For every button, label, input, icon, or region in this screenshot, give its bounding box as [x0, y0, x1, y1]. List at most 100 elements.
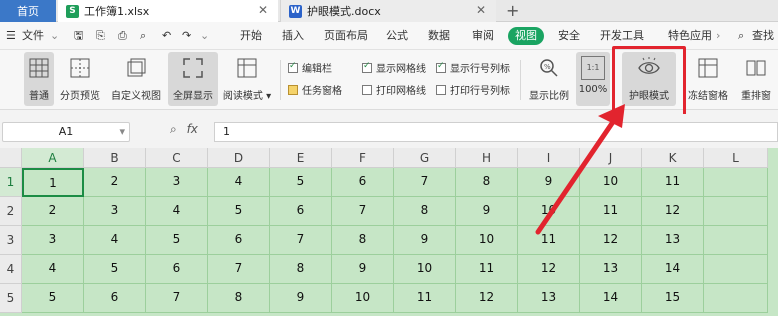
column-header-f[interactable]: F: [332, 148, 394, 168]
redo-icon[interactable]: ↷: [182, 22, 191, 50]
cell-j5[interactable]: 14: [580, 284, 642, 313]
cell-e4[interactable]: 8: [270, 255, 332, 284]
cell-k4[interactable]: 14: [642, 255, 704, 284]
fx-icon[interactable]: fx: [187, 122, 198, 136]
cell-k1[interactable]: 11: [642, 168, 704, 197]
freeze-panes-button[interactable]: 冻结窗格: [686, 52, 730, 106]
checkbox-checked[interactable]: [362, 61, 372, 73]
cell-i5[interactable]: 13: [518, 284, 580, 313]
menu-data[interactable]: 数据: [428, 22, 450, 50]
custom-view-button[interactable]: 自定义视图: [108, 52, 164, 106]
full-screen-button[interactable]: 全屏显示: [168, 52, 218, 106]
cell-k2[interactable]: 12: [642, 197, 704, 226]
cell-c4[interactable]: 6: [146, 255, 208, 284]
column-header-k[interactable]: K: [642, 148, 704, 168]
cell-b2[interactable]: 3: [84, 197, 146, 226]
cell-j2[interactable]: 11: [580, 197, 642, 226]
show-gridlines-checkbox[interactable]: 显示网格线: [362, 60, 426, 75]
cell-a5[interactable]: 5: [22, 284, 84, 313]
hamburger-icon[interactable]: ☰: [6, 22, 16, 50]
column-header-e[interactable]: E: [270, 148, 332, 168]
close-icon[interactable]: ✕: [476, 3, 486, 17]
cell-l3[interactable]: [704, 226, 768, 255]
export-icon[interactable]: ⎘: [96, 22, 105, 50]
zoom-100-button[interactable]: 1:1 100%: [576, 52, 610, 106]
cell-l1[interactable]: [704, 168, 768, 197]
new-tab-button[interactable]: +: [506, 0, 519, 22]
menu-security[interactable]: 安全: [558, 22, 580, 50]
cell-f1[interactable]: 6: [332, 168, 394, 197]
chevron-right-icon[interactable]: ›: [716, 22, 720, 50]
home-tab[interactable]: 首页: [0, 0, 56, 22]
cell-h1[interactable]: 8: [456, 168, 518, 197]
rearrange-windows-button[interactable]: 重排窗: [734, 52, 778, 106]
cell-c2[interactable]: 4: [146, 197, 208, 226]
menu-search[interactable]: 查找: [752, 22, 774, 50]
formula-input[interactable]: 1: [214, 122, 778, 142]
cell-g3[interactable]: 9: [394, 226, 456, 255]
cell-f2[interactable]: 7: [332, 197, 394, 226]
cell-g5[interactable]: 11: [394, 284, 456, 313]
chevron-down-icon[interactable]: ▾: [119, 123, 125, 141]
undo-icon[interactable]: ↶: [162, 22, 171, 50]
cell-i3[interactable]: 11: [518, 226, 580, 255]
cell-f3[interactable]: 8: [332, 226, 394, 255]
column-header-g[interactable]: G: [394, 148, 456, 168]
tab-workbook[interactable]: S 工作簿1.xlsx ✕: [58, 0, 278, 22]
cell-h5[interactable]: 12: [456, 284, 518, 313]
cell-d3[interactable]: 6: [208, 226, 270, 255]
tab-document[interactable]: W 护眼模式.docx ✕: [280, 0, 496, 22]
column-header-l[interactable]: L: [704, 148, 768, 168]
menu-formulas[interactable]: 公式: [386, 22, 408, 50]
cell-i1[interactable]: 9: [518, 168, 580, 197]
cell-a4[interactable]: 4: [22, 255, 84, 284]
cell-g1[interactable]: 7: [394, 168, 456, 197]
column-header-j[interactable]: J: [580, 148, 642, 168]
cell-e3[interactable]: 7: [270, 226, 332, 255]
menu-start[interactable]: 开始: [240, 22, 262, 50]
checkbox-unchecked[interactable]: [362, 84, 372, 95]
row-header-4[interactable]: 4: [0, 255, 22, 284]
normal-view-button[interactable]: 普通: [24, 52, 54, 106]
cell-a3[interactable]: 3: [22, 226, 84, 255]
menu-view[interactable]: 视图: [508, 27, 544, 45]
menu-file[interactable]: 文件: [22, 22, 44, 50]
cell-l5[interactable]: [704, 284, 768, 313]
cell-d5[interactable]: 8: [208, 284, 270, 313]
cell-k3[interactable]: 13: [642, 226, 704, 255]
cell-l4[interactable]: [704, 255, 768, 284]
cell-h2[interactable]: 9: [456, 197, 518, 226]
show-headers-checkbox[interactable]: 显示行号列标: [436, 60, 510, 75]
cell-h3[interactable]: 10: [456, 226, 518, 255]
task-pane-checkbox[interactable]: 任务窗格: [288, 82, 342, 97]
column-header-a[interactable]: A: [22, 148, 84, 168]
cell-f4[interactable]: 9: [332, 255, 394, 284]
cell-j4[interactable]: 13: [580, 255, 642, 284]
cell-c1[interactable]: 3: [146, 168, 208, 197]
cell-l2[interactable]: [704, 197, 768, 226]
cell-b5[interactable]: 6: [84, 284, 146, 313]
checkbox-unchecked[interactable]: [436, 84, 446, 95]
close-icon[interactable]: ✕: [258, 3, 268, 17]
cell-c3[interactable]: 5: [146, 226, 208, 255]
print-gridlines-checkbox[interactable]: 打印网格线: [362, 82, 426, 97]
cell-a2[interactable]: 2: [22, 197, 84, 226]
menu-review[interactable]: 审阅: [472, 22, 494, 50]
row-header-5[interactable]: 5: [0, 284, 22, 313]
row-header-1[interactable]: 1: [0, 168, 22, 197]
cell-i4[interactable]: 12: [518, 255, 580, 284]
cell-i2[interactable]: 10: [518, 197, 580, 226]
cell-b1[interactable]: 2: [84, 168, 146, 197]
cell-e1[interactable]: 5: [270, 168, 332, 197]
checkbox-checked[interactable]: [436, 61, 446, 73]
row-header-3[interactable]: 3: [0, 226, 22, 255]
chevron-down-icon[interactable]: ⌄: [200, 22, 209, 50]
select-all-corner[interactable]: [0, 148, 22, 168]
menu-page-layout[interactable]: 页面布局: [324, 22, 368, 50]
cell-g4[interactable]: 10: [394, 255, 456, 284]
checkbox-checked[interactable]: [288, 61, 298, 73]
reading-mode-button[interactable]: 阅读模式 ▾: [222, 52, 272, 106]
cell-e5[interactable]: 9: [270, 284, 332, 313]
column-header-d[interactable]: D: [208, 148, 270, 168]
cell-b4[interactable]: 5: [84, 255, 146, 284]
